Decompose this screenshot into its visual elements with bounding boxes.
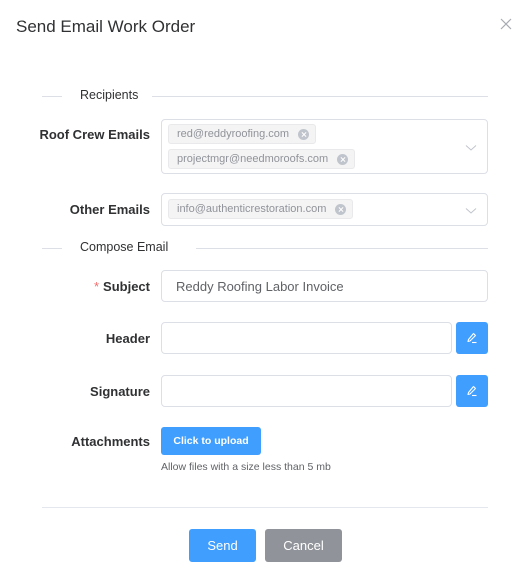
divider-line	[42, 96, 62, 97]
recipients-divider: Recipients	[42, 88, 488, 102]
email-tag: red@reddyroofing.com	[168, 124, 317, 144]
close-icon	[500, 18, 512, 30]
compose-section-title: Compose Email	[80, 240, 169, 254]
email-tag-text: projectmgr@needmoroofs.com	[177, 153, 329, 165]
other-emails-label: Other Emails	[69, 202, 150, 217]
required-mark: *	[93, 279, 100, 294]
remove-tag-icon[interactable]	[337, 153, 349, 165]
remove-tag-icon[interactable]	[335, 203, 347, 215]
signature-input[interactable]	[161, 375, 452, 407]
subject-label-text: Subject	[103, 279, 150, 294]
cancel-button[interactable]: Cancel	[265, 529, 342, 562]
subject-label: * Subject	[20, 279, 150, 294]
other-emails-select[interactable]: info@authenticrestoration.com	[161, 193, 488, 226]
divider-line	[196, 248, 488, 249]
email-tag: info@authenticrestoration.com	[168, 199, 354, 219]
compose-divider: Compose Email	[42, 240, 488, 254]
email-tag: projectmgr@needmoroofs.com	[168, 149, 356, 169]
edit-icon	[467, 332, 477, 344]
recipients-section-title: Recipients	[80, 88, 139, 102]
send-button[interactable]: Send	[189, 529, 256, 562]
signature-label: Signature	[90, 384, 150, 399]
email-tag-text: red@reddyroofing.com	[177, 128, 290, 140]
roof-crew-emails-label: Roof Crew Emails	[39, 127, 150, 142]
dialog-title: Send Email Work Order	[16, 17, 196, 36]
chevron-down-icon	[465, 145, 477, 151]
attachments-label: Attachments	[71, 434, 150, 449]
header-input[interactable]	[161, 322, 452, 354]
footer-divider	[42, 507, 488, 508]
edit-header-button[interactable]	[456, 322, 488, 354]
upload-button[interactable]: Click to upload	[161, 427, 261, 455]
divider-line	[152, 96, 488, 97]
edit-icon	[467, 385, 477, 397]
edit-signature-button[interactable]	[456, 375, 488, 407]
header-label: Header	[105, 331, 150, 346]
subject-input[interactable]	[161, 270, 488, 302]
roof-crew-emails-select[interactable]: red@reddyroofing.com projectmgr@needmoro…	[161, 119, 488, 174]
remove-tag-icon[interactable]	[298, 128, 310, 140]
divider-line	[42, 248, 62, 249]
chevron-down-icon	[465, 208, 477, 214]
close-button[interactable]	[499, 17, 513, 31]
upload-tip: Allow files with a size less than 5 mb	[161, 461, 331, 473]
email-tag-text: info@authenticrestoration.com	[177, 203, 327, 215]
